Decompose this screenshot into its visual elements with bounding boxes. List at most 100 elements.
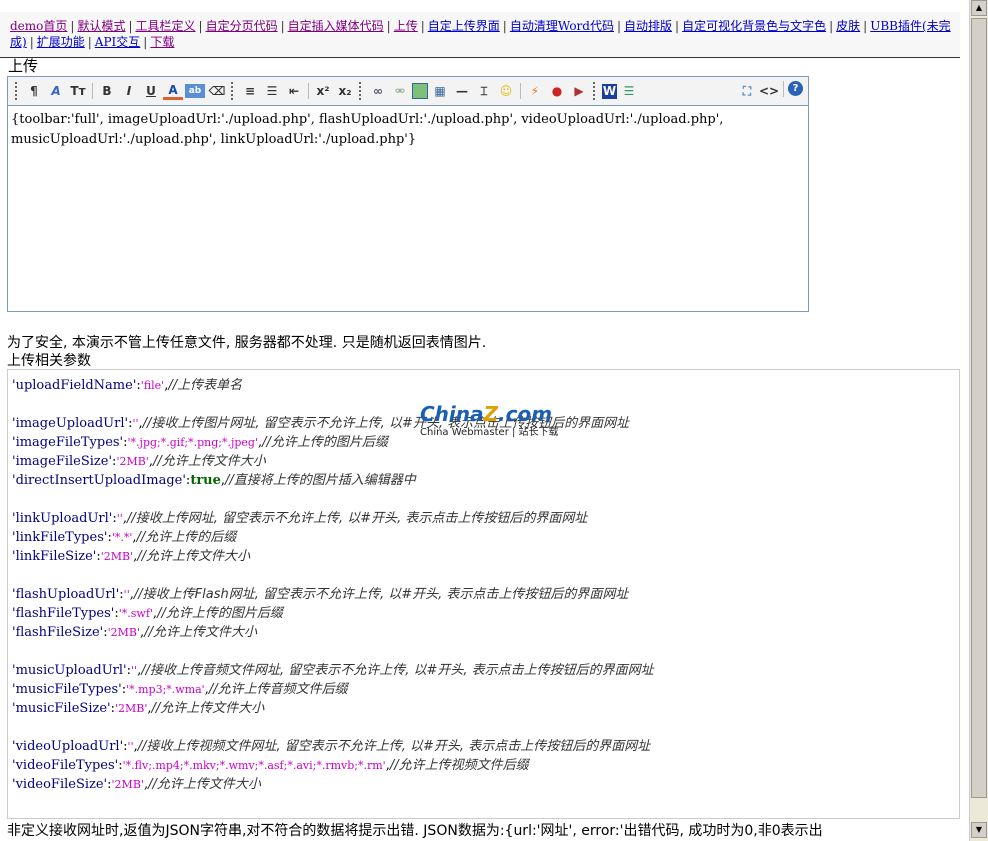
security-note: 为了安全, 本演示不管上传任意文件, 服务器都不处理. 只是随机返回表情图片. (7, 335, 487, 351)
emoticon-icon[interactable]: ☺ (496, 81, 516, 101)
nav-bar: demo首页 | 默认模式 | 工具栏定义 | 自定分页代码 | 自定插入媒体代码 | 上传 | 自定上… (0, 12, 960, 58)
source-code-icon[interactable]: <> (759, 81, 779, 101)
param-comment: //接收上传视频文件网址, 留空表示不允许上传, 以#开头, 表示点击上传按钮后… (137, 739, 651, 754)
param-comment: //允许上传文件大小 (137, 549, 251, 564)
params-title: 上传相关参数 (7, 353, 91, 369)
scroll-up-button[interactable]: ▲ (971, 0, 987, 16)
param-key: 'flashFileTypes' (12, 606, 115, 621)
param-value: '2MB' (111, 778, 144, 791)
param-comment: //允许上传文件大小 (152, 454, 266, 469)
code-line: 'linkUploadUrl':'',//接收上传网址, 留空表示不允许上传, … (12, 509, 955, 528)
nav-link[interactable]: 自定上传界面 (428, 19, 500, 33)
nav-link[interactable]: 扩展功能 (37, 35, 85, 49)
nav-link[interactable]: 皮肤 (836, 19, 860, 33)
scrollbar-thumb[interactable] (971, 18, 987, 798)
vertical-scrollbar[interactable]: ▲ ▼ (969, 0, 988, 841)
image-icon[interactable] (412, 83, 428, 99)
code-line: 'videoUploadUrl':'',//接收上传视频文件网址, 留空表示不允… (12, 737, 955, 756)
code-line: 'musicUploadUrl':'',//接收上传音频文件网址, 留空表示不允… (12, 661, 955, 680)
nav-separator: | (29, 35, 34, 49)
param-comment: //接收上传音频文件网址, 留空表示不允许上传, 以#开头, 表示点击上传按钮后… (141, 663, 654, 678)
nav-link[interactable]: API交互 (95, 35, 140, 49)
code-line: 'musicFileTypes':'*.mp3;*.wma',//允许上传音频文… (12, 680, 955, 699)
underline-icon[interactable]: U (141, 81, 161, 101)
subscript-icon[interactable]: x₂ (335, 81, 355, 101)
unlink-icon[interactable]: ⚮ (390, 81, 410, 101)
font-icon[interactable]: A (46, 81, 66, 101)
italic-icon[interactable]: I (119, 81, 139, 101)
nav-separator: | (616, 19, 622, 33)
param-value: '2MB' (116, 455, 149, 468)
nav-link[interactable]: 自动排版 (624, 19, 672, 33)
outdent-icon[interactable]: ⇤ (284, 81, 304, 101)
param-comment: //直接将上传的图片插入编辑器中 (225, 473, 416, 488)
toolbar-grip (593, 82, 598, 100)
nav-link[interactable]: 自定可视化背景色与文字色 (682, 19, 826, 33)
param-value: '*.jpg;*.gif;*.png;*.jpeg' (127, 436, 258, 449)
code-line: 'directInsertUploadImage':true,//直接将上传的图… (12, 471, 955, 490)
fullscreen-icon[interactable]: ⛶ (737, 81, 757, 101)
link-icon[interactable]: ∞ (368, 81, 388, 101)
code-line: 'linkFileSize':'2MB',//允许上传文件大小 (12, 547, 955, 566)
param-key: 'linkFileSize' (12, 549, 97, 564)
nav-link[interactable]: 上传 (394, 19, 418, 33)
param-comment: //接收上传Flash网址, 留空表示不允许上传, 以#开头, 表示点击上传按钮… (133, 587, 629, 602)
param-comment: //允许上传文件大小 (148, 777, 261, 792)
toolbar-grip[interactable] (15, 82, 20, 100)
param-value: '*.swf' (118, 607, 153, 620)
background-color-icon[interactable]: ab (185, 84, 205, 98)
align-icon[interactable]: ≡ (240, 81, 260, 101)
toolbar-grip (231, 82, 236, 100)
param-value: '2MB' (114, 702, 148, 715)
nav-link[interactable]: 自定插入媒体代码 (288, 19, 384, 33)
param-comment: //允许上传文件大小 (144, 625, 257, 640)
table-icon[interactable]: ▦ (430, 81, 450, 101)
param-key: 'videoFileSize' (12, 777, 108, 792)
nav-separator: | (280, 19, 285, 33)
code-line: 'flashUploadUrl':'',//接收上传Flash网址, 留空表示不… (12, 585, 955, 604)
param-key: 'linkFileTypes' (12, 530, 108, 545)
video-icon[interactable]: ▶ (569, 81, 589, 101)
code-line: 'musicFileSize':'2MB',//允许上传文件大小 (12, 699, 955, 718)
param-comment: //上传表单名 (168, 378, 243, 393)
paste-text-icon[interactable]: ☰ (619, 81, 639, 101)
code-line: 'uploadFieldName':'file',//上传表单名 (12, 376, 955, 395)
nav-link[interactable]: 默认模式 (77, 19, 125, 33)
param-comment: //允许上传音频文件后缀 (208, 682, 348, 697)
toolbar-grip (359, 82, 364, 100)
media-icon[interactable]: ● (547, 81, 567, 101)
page-break-icon[interactable]: ⌶ (474, 81, 494, 101)
paste-word-icon[interactable]: W (602, 83, 617, 99)
nav-link[interactable]: 工具栏定义 (136, 19, 196, 33)
paragraph-format-icon[interactable]: ¶ (24, 81, 44, 101)
param-key: 'flashFileSize' (12, 625, 104, 640)
nav-separator: | (420, 19, 425, 33)
param-key: 'musicUploadUrl' (12, 663, 127, 678)
param-value: '2MB' (107, 626, 141, 639)
editor-content[interactable]: {toolbar:'full', imageUploadUrl:'./uploa… (8, 106, 808, 154)
nav-link[interactable]: 自动清理Word代码 (510, 19, 614, 33)
nav-link[interactable]: 下载 (150, 35, 174, 49)
font-size-icon[interactable]: Tт (68, 81, 88, 101)
nav-link[interactable]: 自定分页代码 (206, 19, 278, 33)
param-value: '*.mp3;*.wma' (126, 683, 205, 696)
nav-separator: | (675, 19, 680, 33)
nav-separator: | (143, 35, 148, 49)
scroll-down-button[interactable]: ▼ (971, 822, 987, 838)
nav-link[interactable]: demo首页 (10, 19, 67, 33)
bold-icon[interactable]: B (97, 81, 117, 101)
code-line: 'imageFileSize':'2MB',//允许上传文件大小 (12, 452, 955, 471)
toolbar-divider (308, 83, 309, 99)
list-icon[interactable]: ☰ (262, 81, 282, 101)
nav-separator: | (198, 19, 203, 33)
superscript-icon[interactable]: x² (313, 81, 333, 101)
eraser-icon[interactable]: ⌫ (207, 81, 227, 101)
help-icon[interactable]: ? (788, 81, 803, 96)
nav-separator: | (502, 19, 507, 33)
flash-icon[interactable]: ⚡ (525, 81, 545, 101)
nav-separator: | (863, 19, 868, 33)
horizontal-rule-icon[interactable]: — (452, 81, 472, 101)
font-color-icon[interactable]: A (163, 82, 183, 100)
